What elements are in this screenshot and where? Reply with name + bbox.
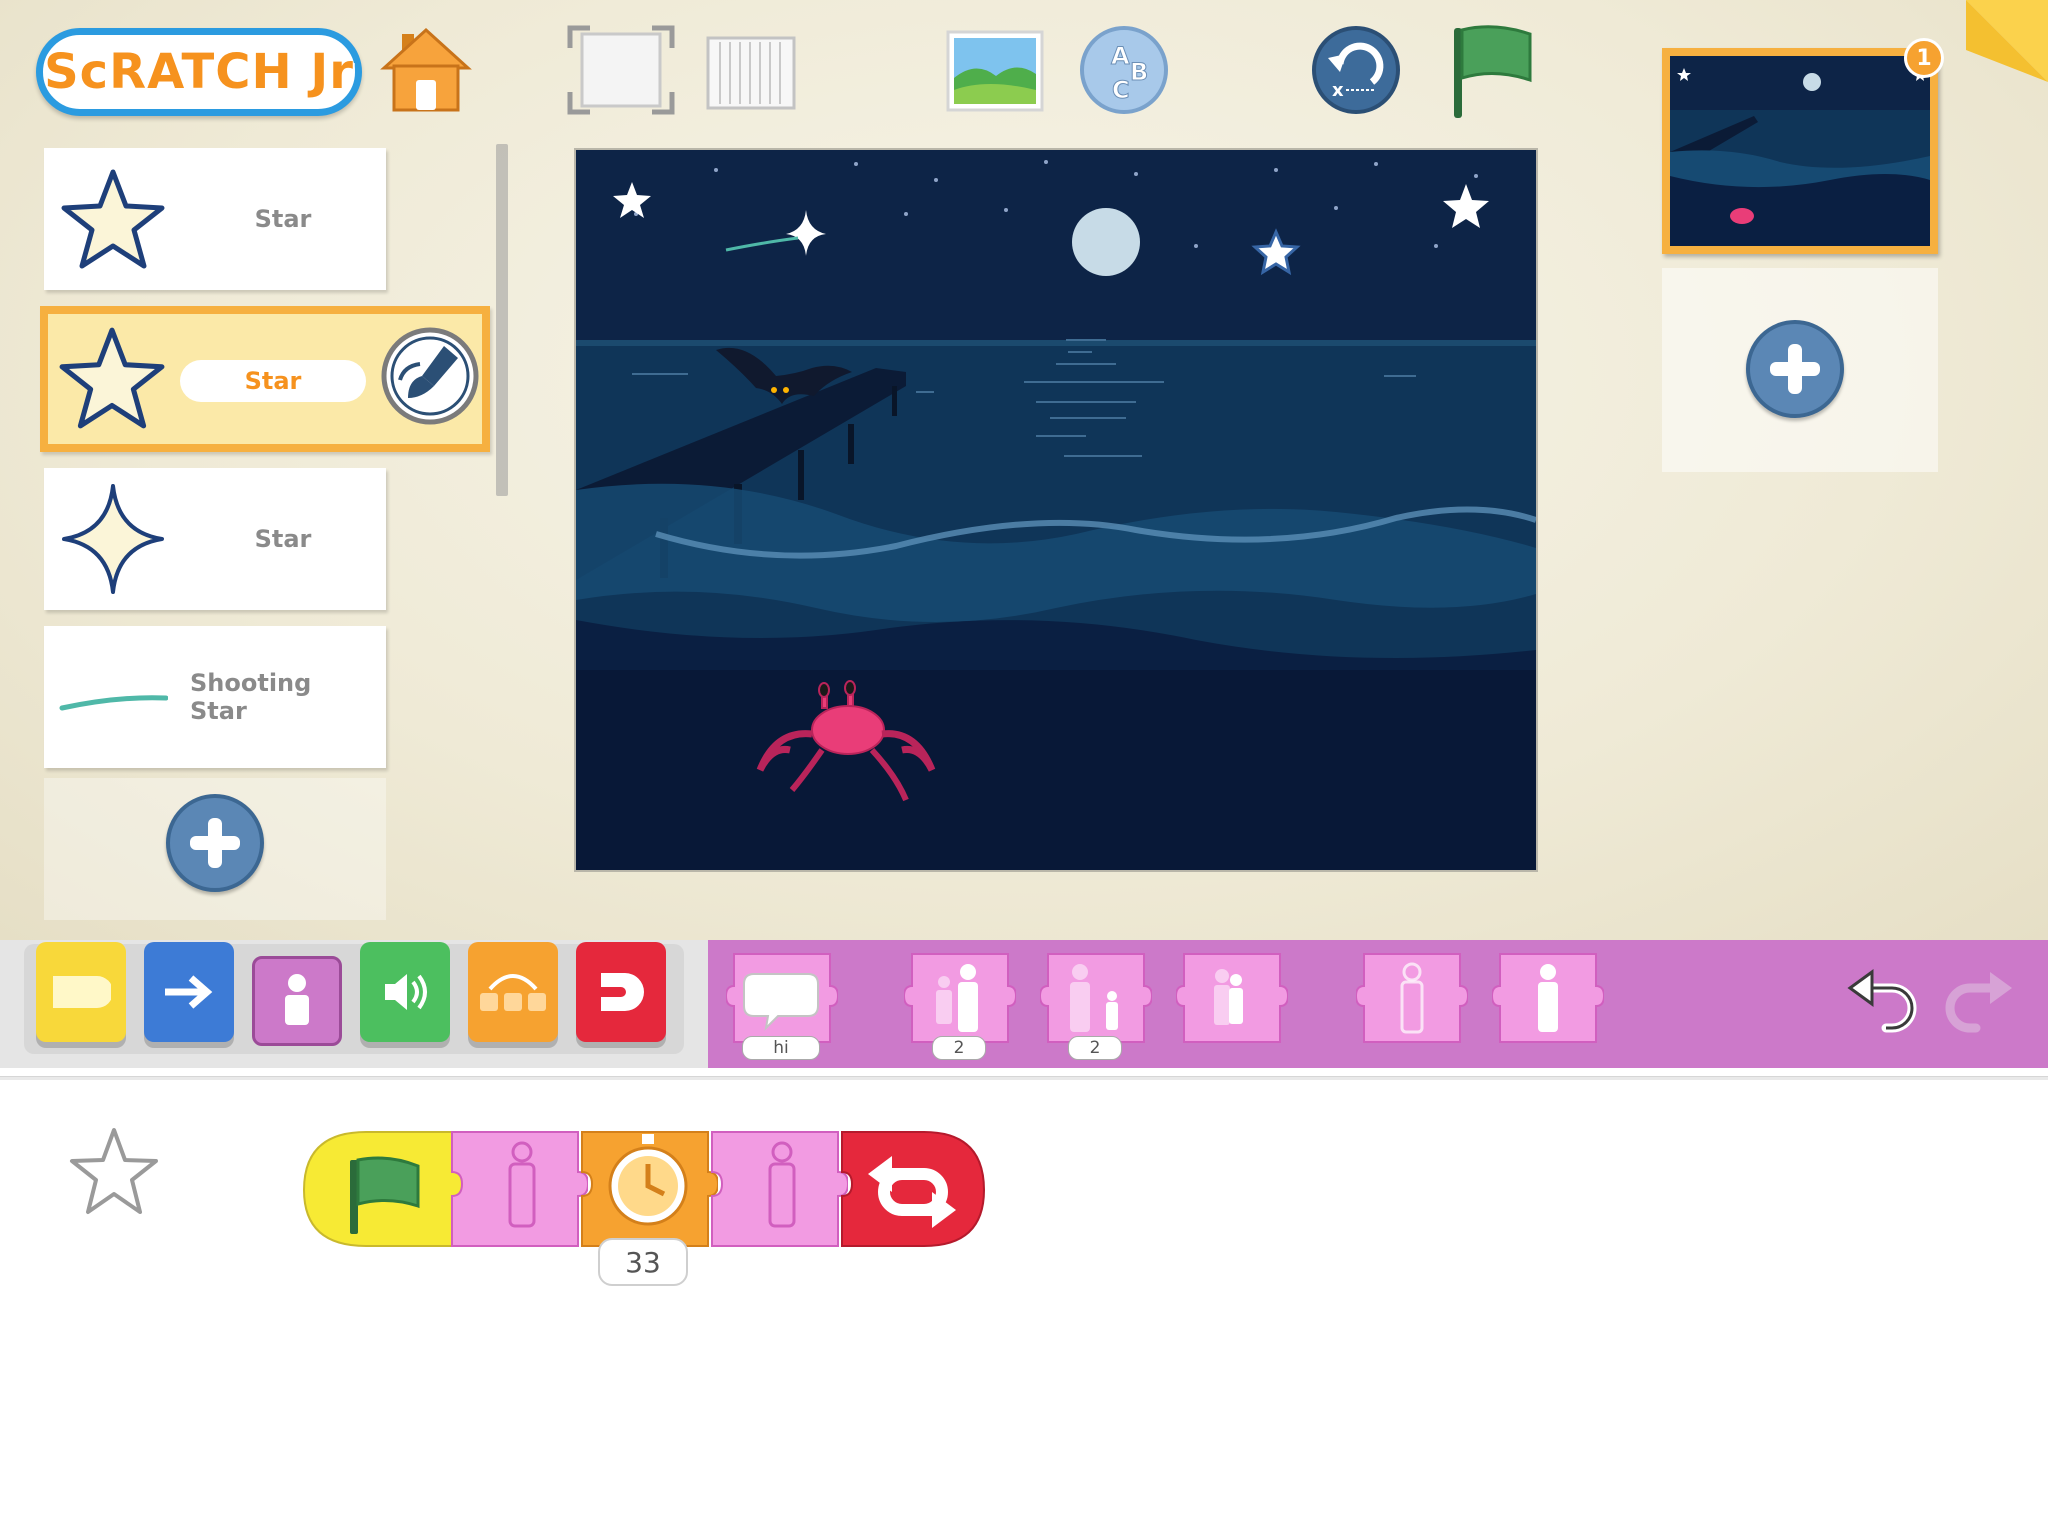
undo-icon[interactable] <box>1846 966 1920 1036</box>
svg-text:x: x <box>1332 80 1344 101</box>
reset-size-script-block[interactable] <box>448 1124 588 1256</box>
grow-value-label: 2 <box>932 1036 986 1060</box>
logo-text: ScRATCH Jr <box>44 44 354 100</box>
arrow-right-icon <box>165 975 213 1009</box>
twinkle-star-icon <box>62 484 164 594</box>
redo-icon[interactable] <box>1942 966 2016 1036</box>
add-character-button[interactable] <box>166 794 264 892</box>
fullscreen-icon[interactable] <box>566 24 676 116</box>
home-icon[interactable] <box>380 26 472 114</box>
page-preview <box>1670 56 1930 246</box>
add-character-card <box>44 778 386 920</box>
sprite-card-twinkle-star[interactable]: Star <box>44 468 386 610</box>
category-looks[interactable] <box>252 956 342 1046</box>
sprite-name: Star <box>254 205 312 233</box>
sprite-name: Star <box>254 525 312 553</box>
green-flag-icon[interactable] <box>1444 22 1536 122</box>
trigger-category-icon <box>53 976 111 1008</box>
hide-block[interactable] <box>1356 950 1468 1054</box>
show-block[interactable] <box>1492 950 1604 1054</box>
wait-block[interactable] <box>578 1124 718 1256</box>
category-sound[interactable] <box>360 942 450 1042</box>
project-info-tab[interactable] <box>1966 0 2048 82</box>
svg-text:A: A <box>1111 42 1130 70</box>
speaker-icon <box>385 974 427 1010</box>
character-list: Star Star Star Shooting Star <box>40 148 500 920</box>
grid-icon[interactable] <box>706 36 796 110</box>
repeat-blocks-icon <box>480 974 546 1011</box>
wait-value-field[interactable]: 33 <box>598 1238 688 1286</box>
sprite-card-star-selected[interactable]: Star <box>40 306 490 452</box>
sprite-name: Shooting Star <box>190 669 312 725</box>
add-page-card <box>1662 268 1938 472</box>
selected-sprite-star-icon <box>70 1128 158 1214</box>
paint-editor-icon[interactable] <box>378 324 482 428</box>
sprite-card-shooting-star[interactable]: Shooting Star <box>44 626 386 768</box>
page-thumbnail-1[interactable] <box>1662 48 1938 254</box>
page-number-badge: 1 <box>1904 38 1944 78</box>
sprite-name-field[interactable]: Star <box>180 360 366 402</box>
background-picker-icon[interactable] <box>946 30 1044 112</box>
stage[interactable] <box>574 148 1538 872</box>
star-icon <box>61 169 165 269</box>
add-page-button[interactable] <box>1746 320 1844 418</box>
repeat-forever-block[interactable] <box>838 1124 988 1256</box>
reset-size-script-block[interactable] <box>708 1124 848 1256</box>
shrink-value-label: 2 <box>1068 1036 1122 1060</box>
say-text-label: hi <box>742 1036 820 1060</box>
category-triggering[interactable] <box>36 942 126 1042</box>
shooting-star-icon <box>59 695 168 711</box>
scratchjr-logo: ScRATCH Jr <box>36 28 362 116</box>
svg-text:B: B <box>1130 58 1148 86</box>
sprite-card-star[interactable]: Star <box>44 148 386 290</box>
reset-size-block[interactable] <box>1176 950 1288 1054</box>
end-category-icon <box>601 973 644 1011</box>
svg-text:C: C <box>1112 76 1130 104</box>
reset-characters-icon[interactable]: x <box>1310 24 1402 116</box>
star-icon <box>59 327 165 429</box>
add-text-icon[interactable]: A B C <box>1078 24 1170 116</box>
category-motion[interactable] <box>144 942 234 1042</box>
sprite-list-scrollbar[interactable] <box>496 144 508 496</box>
category-end[interactable] <box>576 942 666 1042</box>
person-icon <box>285 974 309 1025</box>
night-ocean-scene <box>576 150 1536 870</box>
category-control[interactable] <box>468 942 558 1042</box>
